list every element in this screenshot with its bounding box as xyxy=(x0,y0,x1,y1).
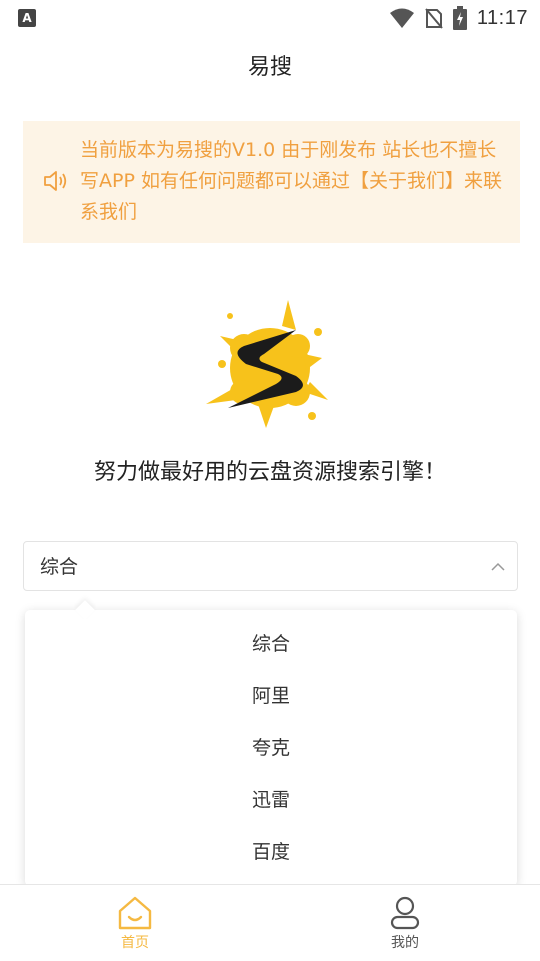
app-bar: 易搜 xyxy=(0,36,540,100)
dropdown-option[interactable]: 百度 xyxy=(25,826,517,878)
no-sim-icon xyxy=(425,8,443,29)
dropdown-option[interactable]: 夸克 xyxy=(25,722,517,774)
tab-home[interactable]: 首页 xyxy=(0,885,270,961)
slogan: 努力做最好用的云盘资源搜索引擎！ xyxy=(93,460,446,485)
tab-mine-label: 我的 xyxy=(391,935,419,951)
chevron-up-icon xyxy=(491,562,505,571)
speaker-icon xyxy=(44,171,67,191)
dropdown-pointer xyxy=(75,600,95,620)
dropdown-option[interactable]: 阿里 xyxy=(25,670,517,722)
search-type-value: 综合 xyxy=(40,556,79,578)
notice-text: 当前版本为易搜的V1.0 由于刚发布 站长也不擅长写APP 如有任何问题都可以通… xyxy=(80,139,502,223)
dropdown-option[interactable]: 迅雷 xyxy=(25,774,517,826)
user-icon xyxy=(390,896,420,930)
tab-home-label: 首页 xyxy=(121,935,149,951)
status-icons: 11:17 xyxy=(389,4,528,32)
search-type-select[interactable]: 综合 xyxy=(23,541,518,591)
notification-app-icon: A xyxy=(18,9,36,27)
dropdown-option[interactable]: 综合 xyxy=(25,618,517,670)
logo xyxy=(206,300,328,428)
bottom-tab-bar: 首页 我的 xyxy=(0,884,540,961)
search-type-dropdown: 综合 阿里 夸克 迅雷 百度 xyxy=(25,600,517,886)
page-title: 易搜 xyxy=(247,55,292,80)
notice-banner: 当前版本为易搜的V1.0 由于刚发布 站长也不擅长写APP 如有任何问题都可以通… xyxy=(23,121,520,243)
dropdown-list: 综合 阿里 夸克 迅雷 百度 xyxy=(25,618,517,878)
tab-mine[interactable]: 我的 xyxy=(270,885,540,961)
wifi-icon xyxy=(389,8,414,28)
battery-charging-icon xyxy=(452,6,467,30)
clock: 11:17 xyxy=(476,6,528,29)
status-bar: A 11:17 xyxy=(0,0,540,36)
home-icon xyxy=(118,896,152,930)
